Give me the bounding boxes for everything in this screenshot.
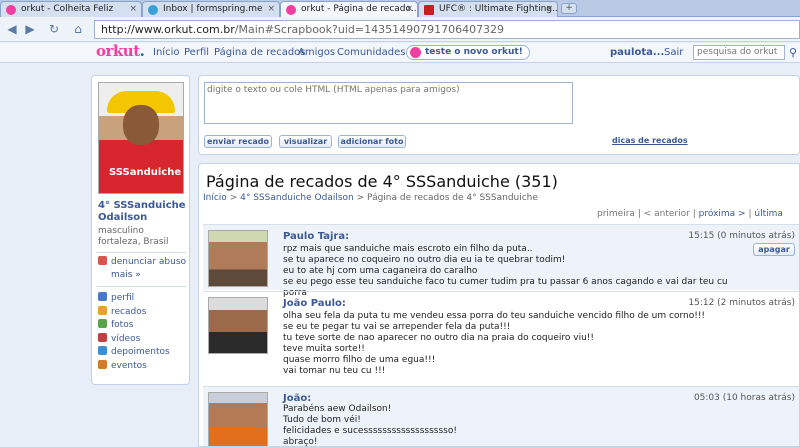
- tab-title: UFC® : Ultimate Fighting...: [439, 4, 558, 14]
- scrap-textarea[interactable]: [204, 82, 573, 124]
- sidebar-item-eventos[interactable]: eventos: [98, 360, 147, 373]
- pager-prev: < anterior: [643, 209, 690, 219]
- orkut-logo[interactable]: orkut.: [96, 42, 145, 60]
- logout-link[interactable]: Sair: [664, 47, 683, 58]
- browser-tab-formspring[interactable]: Inbox | formspring.me ×: [142, 1, 280, 17]
- scrapbook-panel: Página de recados de 4° SSSanduiche (351…: [198, 163, 800, 447]
- pager-first: primeira: [597, 209, 635, 219]
- profile-location: fortaleza, Brasil: [98, 237, 169, 247]
- face-shape: [123, 105, 159, 145]
- profile-meta: masculino fortaleza, Brasil: [98, 226, 188, 248]
- photos-icon: [98, 319, 107, 328]
- sidebar-item-depoimentos[interactable]: depoimentos: [98, 346, 170, 359]
- more-link[interactable]: mais »: [98, 269, 141, 282]
- scrap-time: 15:12 (2 minutos atrás): [688, 298, 795, 308]
- sidebar-item-perfil[interactable]: perfil: [98, 292, 134, 305]
- scrap-author[interactable]: Paulo Tajra:: [283, 231, 349, 242]
- videos-icon: [98, 333, 107, 342]
- add-photo-button[interactable]: adicionar foto: [338, 135, 406, 148]
- browser-nav-bar: ◀ ▶ ↻ ⌂ http://www.orkut.com.br/Main#Scr…: [0, 17, 800, 42]
- nav-perfil[interactable]: Perfil: [184, 47, 209, 58]
- nav-amigos[interactable]: Amigos: [298, 47, 335, 58]
- delete-scrap-button[interactable]: apagar: [753, 243, 795, 256]
- sidebar-item-videos[interactable]: vídeos: [98, 333, 140, 346]
- address-bar[interactable]: http://www.orkut.com.br/Main#Scrapbook?u…: [94, 20, 800, 39]
- report-abuse-link[interactable]: denunciar abuso: [98, 256, 186, 269]
- avatar[interactable]: [208, 297, 268, 354]
- scrap-text: olha seu fela da puta tu me vendeu essa …: [283, 311, 706, 376]
- compose-scrap-panel: enviar recado visualizar adicionar foto …: [198, 75, 800, 155]
- profile-icon: [98, 292, 107, 301]
- orkut-swirl-icon: [410, 47, 421, 58]
- tab-title: orkut - Colheita Feliz: [21, 4, 114, 14]
- avatar[interactable]: [208, 230, 268, 287]
- browser-tab-bar: orkut - Colheita Feliz × Inbox | formspr…: [0, 0, 800, 18]
- scrap-author[interactable]: João Paulo:: [283, 298, 346, 309]
- send-scrap-button[interactable]: enviar recado: [204, 135, 272, 148]
- scrap-time: 15:15 (0 minutos atrás): [688, 231, 795, 241]
- scrap-item: João: 05:03 (10 horas atrás) Parabéns ae…: [203, 386, 799, 447]
- preview-button[interactable]: visualizar: [279, 135, 332, 148]
- page-title: Página de recados de 4° SSSanduiche (351…: [206, 172, 558, 191]
- tab-title: Inbox | formspring.me: [163, 4, 263, 14]
- new-tab-button[interactable]: +: [561, 3, 577, 14]
- browser-tab-recados[interactable]: orkut - Página de recado... ×: [280, 1, 418, 18]
- sidebar-item-recados[interactable]: recados: [98, 306, 146, 319]
- nav-recados[interactable]: Página de recados: [214, 47, 306, 58]
- scrap-text: Parabéns aew Odailson! Tudo de bom véi! …: [283, 404, 457, 447]
- testimonials-icon: [98, 346, 107, 355]
- browser-tab-ufc[interactable]: UFC® : Ultimate Fighting... ×: [418, 1, 558, 17]
- profile-gender: masculino: [98, 226, 144, 236]
- back-arrow-icon[interactable]: ◀: [4, 22, 20, 36]
- reload-icon[interactable]: ↻: [46, 22, 62, 36]
- avatar[interactable]: [208, 392, 268, 446]
- orkut-favicon-icon: [6, 5, 16, 15]
- profile-sidebar: SSSanduiche 4° SSSanduiche Odailson masc…: [91, 75, 190, 385]
- home-icon[interactable]: ⌂: [70, 22, 86, 36]
- scrap-icon: [98, 306, 107, 315]
- browser-tab-colheita[interactable]: orkut - Colheita Feliz ×: [0, 1, 142, 17]
- divider: [96, 252, 186, 253]
- close-tab-icon[interactable]: ×: [267, 2, 275, 17]
- formspring-favicon-icon: [148, 5, 158, 15]
- pagination: primeira | < anterior | próxima > | últi…: [597, 209, 783, 219]
- nav-inicio[interactable]: Início: [153, 47, 179, 58]
- search-icon[interactable]: ⚲: [789, 46, 797, 59]
- orkut-search-input[interactable]: pesquisa do orkut: [693, 45, 785, 60]
- breadcrumb-inicio[interactable]: Início: [203, 193, 227, 203]
- close-tab-icon[interactable]: ×: [129, 2, 137, 17]
- sidebar-item-fotos[interactable]: fotos: [98, 319, 133, 332]
- url-path: /Main#Scrapbook?uid=14351490791706407329: [234, 23, 505, 36]
- close-tab-icon[interactable]: ×: [545, 2, 553, 17]
- orkut-header: orkut. Início Perfil Página de recados A…: [0, 42, 800, 63]
- ufc-favicon-icon: [424, 5, 434, 15]
- events-icon: [98, 360, 107, 369]
- forward-arrow-icon[interactable]: ▶: [22, 22, 38, 36]
- orkut-favicon-icon: [286, 5, 296, 15]
- tab-title: orkut - Página de recado...: [301, 4, 418, 14]
- pager-next[interactable]: próxima >: [699, 209, 746, 219]
- scrap-author[interactable]: João:: [283, 393, 311, 404]
- pager-last[interactable]: última: [754, 209, 783, 219]
- close-tab-icon[interactable]: ×: [405, 2, 413, 17]
- breadcrumb: Início > 4° SSSanduiche Odailson > Págin…: [203, 193, 538, 203]
- divider: [96, 286, 186, 287]
- scrap-time: 05:03 (10 horas atrás): [693, 393, 795, 403]
- scrap-tips-link[interactable]: dicas de recados: [612, 136, 688, 145]
- breadcrumb-profile[interactable]: 4° SSSanduiche Odailson: [240, 193, 354, 203]
- scrap-item: João Paulo: 15:12 (2 minutos atrás) olha…: [203, 291, 799, 385]
- url-host: http://www.orkut.com.br: [101, 23, 235, 36]
- new-orkut-button[interactable]: teste o novo orkut!: [406, 45, 530, 60]
- breadcrumb-current: Página de recados de 4° SSSanduiche: [367, 193, 538, 203]
- profile-name[interactable]: 4° SSSanduiche Odailson: [98, 200, 188, 224]
- nav-comunidades[interactable]: Comunidades: [337, 47, 405, 58]
- flag-icon: [98, 256, 107, 265]
- profile-photo[interactable]: SSSanduiche: [98, 82, 184, 194]
- scrap-item: Paulo Tajra: 15:15 (0 minutos atrás) apa…: [203, 224, 799, 298]
- shirt-text: SSSanduiche: [109, 167, 182, 178]
- user-account[interactable]: paulota...: [610, 47, 664, 58]
